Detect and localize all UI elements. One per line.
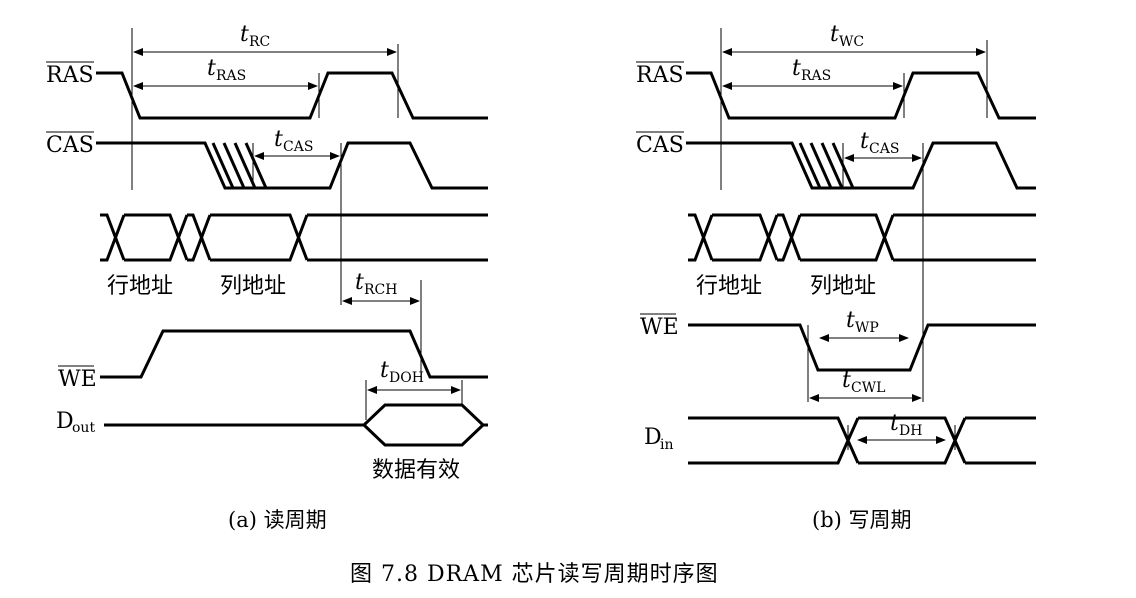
we-waveform-a — [100, 329, 488, 379]
row-address-label-b: 行地址 — [696, 274, 762, 299]
row-address-label-a: 行地址 — [107, 274, 173, 299]
din-label-b: D in — [644, 425, 674, 453]
ras-waveform-a — [96, 71, 488, 120]
figure-caption: 图 7.8 DRAM 芯片读写周期时序图 — [350, 562, 719, 587]
col-address-label-a: 列地址 — [220, 274, 286, 299]
ras-label-text: RAS — [636, 63, 684, 88]
svg-text:DOH: DOH — [389, 370, 424, 386]
we-label-text: WE — [640, 315, 679, 340]
cas-transition-b3 — [820, 142, 844, 189]
t-ras-label-b: t RAS — [792, 56, 831, 84]
panel-write-cycle: RAS CAS 行地址 列地址 WE D in t WC t RAS t CAS… — [636, 22, 1036, 532]
t-doh-label: t DOH — [380, 358, 424, 386]
svg-text:RAS: RAS — [801, 68, 831, 84]
cas-label-a: CAS — [46, 131, 94, 158]
svg-text:CAS: CAS — [283, 139, 313, 155]
cas-label-b: CAS — [636, 131, 684, 158]
svg-text:DH: DH — [899, 423, 922, 439]
t-wc-label: t WC — [830, 22, 864, 50]
timing-diagram: RAS CAS 行地址 列地址 WE D out 数据有效 t RC t RAS… — [46, 22, 1036, 587]
dout-label-a: D out — [56, 409, 95, 436]
cas-label-text: CAS — [636, 133, 684, 158]
svg-text:CWL: CWL — [851, 380, 885, 396]
cas-transition-a4 — [244, 142, 268, 189]
svg-text:CAS: CAS — [869, 141, 899, 157]
we-label-a: WE — [58, 365, 97, 392]
we-label-text: WE — [58, 367, 97, 392]
svg-text:RCH: RCH — [364, 282, 397, 298]
svg-text:RC: RC — [249, 34, 270, 50]
t-rc-label: t RC — [240, 22, 270, 50]
svg-text:t: t — [846, 308, 855, 333]
svg-text:t: t — [890, 411, 899, 436]
svg-text:WP: WP — [855, 320, 879, 336]
svg-text:RAS: RAS — [216, 68, 246, 84]
dout-waveform-a — [104, 403, 488, 427]
ras-label-text: RAS — [46, 63, 94, 88]
svg-text:t: t — [380, 358, 389, 383]
svg-text:t: t — [830, 22, 839, 47]
col-address-label-b: 列地址 — [810, 274, 876, 299]
svg-text:t: t — [274, 127, 283, 152]
t-cas-label-a: t CAS — [274, 127, 313, 155]
cas-transition-a2 — [222, 142, 246, 189]
t-wp-label: t WP — [846, 308, 879, 336]
svg-text:t: t — [792, 56, 801, 81]
address-bus-a — [100, 213, 488, 262]
cas-label-text: CAS — [46, 133, 94, 158]
panel-a-caption: (a) 读周期 — [228, 508, 327, 532]
svg-text:WC: WC — [839, 34, 864, 50]
svg-text:t: t — [207, 56, 216, 81]
dout-label-sub: out — [72, 420, 95, 436]
svg-text:t: t — [355, 270, 364, 295]
panel-b-caption: (b) 写周期 — [812, 508, 912, 532]
t-ras-label-a: t RAS — [207, 56, 246, 84]
ras-label-b: RAS — [636, 61, 684, 88]
t-cwl-label: t CWL — [842, 368, 885, 396]
t-dh-label: t DH — [890, 411, 922, 439]
t-cas-label-b: t CAS — [860, 129, 899, 157]
dout-label-main: D — [56, 409, 74, 434]
we-label-b: WE — [640, 313, 679, 340]
svg-text:t: t — [842, 368, 851, 393]
cas-transition-b2 — [809, 142, 833, 189]
cas-transition-a3 — [233, 142, 257, 189]
svg-text:t: t — [860, 129, 869, 154]
panel-read-cycle: RAS CAS 行地址 列地址 WE D out 数据有效 t RC t RAS… — [46, 22, 488, 532]
svg-text:t: t — [240, 22, 249, 47]
din-label-main: D — [644, 425, 662, 450]
ras-waveform-b — [686, 71, 1036, 120]
ras-label-a: RAS — [46, 61, 94, 88]
data-valid-label: 数据有效 — [372, 458, 460, 483]
address-bus-b — [688, 213, 1036, 262]
t-rch-label: t RCH — [355, 270, 397, 298]
dout-waveform-a-low — [362, 423, 485, 447]
din-label-sub: in — [660, 437, 674, 453]
